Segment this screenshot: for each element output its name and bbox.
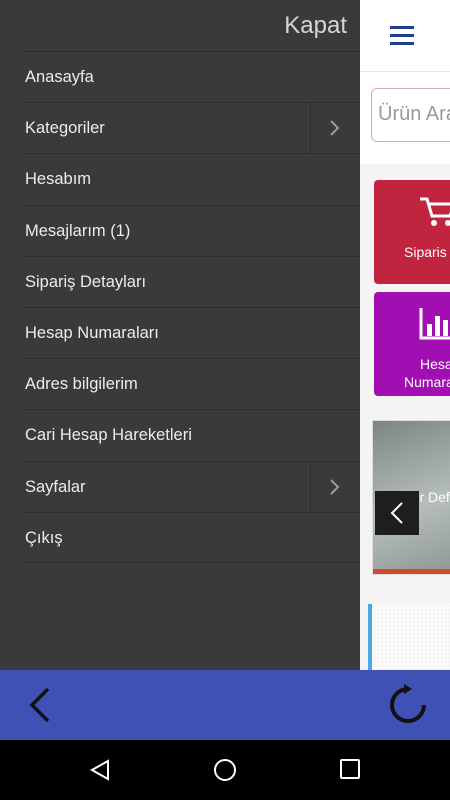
sayfalar-expand-button[interactable] <box>310 461 360 512</box>
menu-item-label: Kategoriler <box>25 119 105 138</box>
menu-item-label: Cari Hesap Hareketleri <box>25 426 192 445</box>
nav-home-icon[interactable] <box>213 758 237 782</box>
menu-item-sayfalar[interactable]: Sayfalar <box>25 460 360 512</box>
search-input[interactable]: Ürün Ara <box>371 88 450 142</box>
menu-item-cari-hesap-hareketleri[interactable]: Cari Hesap Hareketleri <box>25 409 360 460</box>
hamburger-icon[interactable] <box>390 26 414 46</box>
content-card <box>368 604 450 670</box>
navigation-drawer: Kapat Anasayfa Kategoriler Hesabım Mesaj… <box>0 0 360 670</box>
system-nav-bar <box>0 740 450 800</box>
cart-icon <box>420 197 450 226</box>
slider-prev-button[interactable] <box>375 491 419 535</box>
menu-item-kategoriler[interactable]: Kategoriler <box>25 102 360 154</box>
accounts-tile-label-line2: Numara <box>404 374 450 390</box>
menu-item-label: Hesap Numaraları <box>25 323 159 342</box>
kategoriler-expand-button[interactable] <box>310 103 360 154</box>
menu-item-mesajlarim[interactable]: Mesajlarım (1) <box>25 204 360 256</box>
orders-tile[interactable]: Siparis <box>374 180 450 284</box>
menu-item-cikis[interactable]: Çıkış <box>25 511 360 563</box>
accounts-tile[interactable]: Hesa Numara <box>374 292 450 396</box>
page-header <box>360 0 450 72</box>
chevron-left-icon <box>390 502 403 524</box>
drawer-menu: Anasayfa Kategoriler Hesabım Mesajlarım … <box>25 51 360 563</box>
nav-recents-icon[interactable] <box>339 758 361 780</box>
bar-chart-icon <box>419 308 450 340</box>
chevron-right-icon <box>330 478 340 495</box>
menu-item-adres-bilgilerim[interactable]: Adres bilgilerim <box>25 358 360 409</box>
menu-item-label: Sipariş Detayları <box>25 272 147 291</box>
main-page: Ürün Ara Siparis Hesa Numara Bir Def <box>360 0 450 670</box>
accounts-tile-label-line1: Hesa <box>420 356 450 372</box>
nav-back-icon[interactable] <box>88 758 112 782</box>
banner-slider[interactable]: Bir Def <box>372 420 450 575</box>
menu-item-label: Mesajlarım (1) <box>25 221 131 240</box>
reload-icon[interactable] <box>386 683 430 727</box>
back-arrow-icon[interactable] <box>22 685 58 725</box>
menu-item-anasayfa[interactable]: Anasayfa <box>25 51 360 102</box>
bottom-app-bar <box>0 670 450 740</box>
slider-progress-bar <box>373 569 450 574</box>
menu-item-label: Anasayfa <box>25 68 94 86</box>
menu-item-label: Adres bilgilerim <box>25 375 138 394</box>
chevron-right-icon <box>330 120 340 136</box>
menu-item-hesabim[interactable]: Hesabım <box>25 153 360 204</box>
search-area: Ürün Ara <box>360 72 450 164</box>
menu-item-siparis-detaylari[interactable]: Sipariş Detayları <box>25 255 360 307</box>
menu-item-hesap-numaralari[interactable]: Hesap Numaraları <box>25 306 360 358</box>
menu-item-label: Hesabım <box>25 170 92 189</box>
orders-tile-label: Siparis <box>404 244 447 260</box>
drawer-close-button[interactable]: Kapat <box>284 12 347 40</box>
menu-item-label: Sayfalar <box>25 477 86 496</box>
menu-item-label: Çıkış <box>25 528 63 547</box>
